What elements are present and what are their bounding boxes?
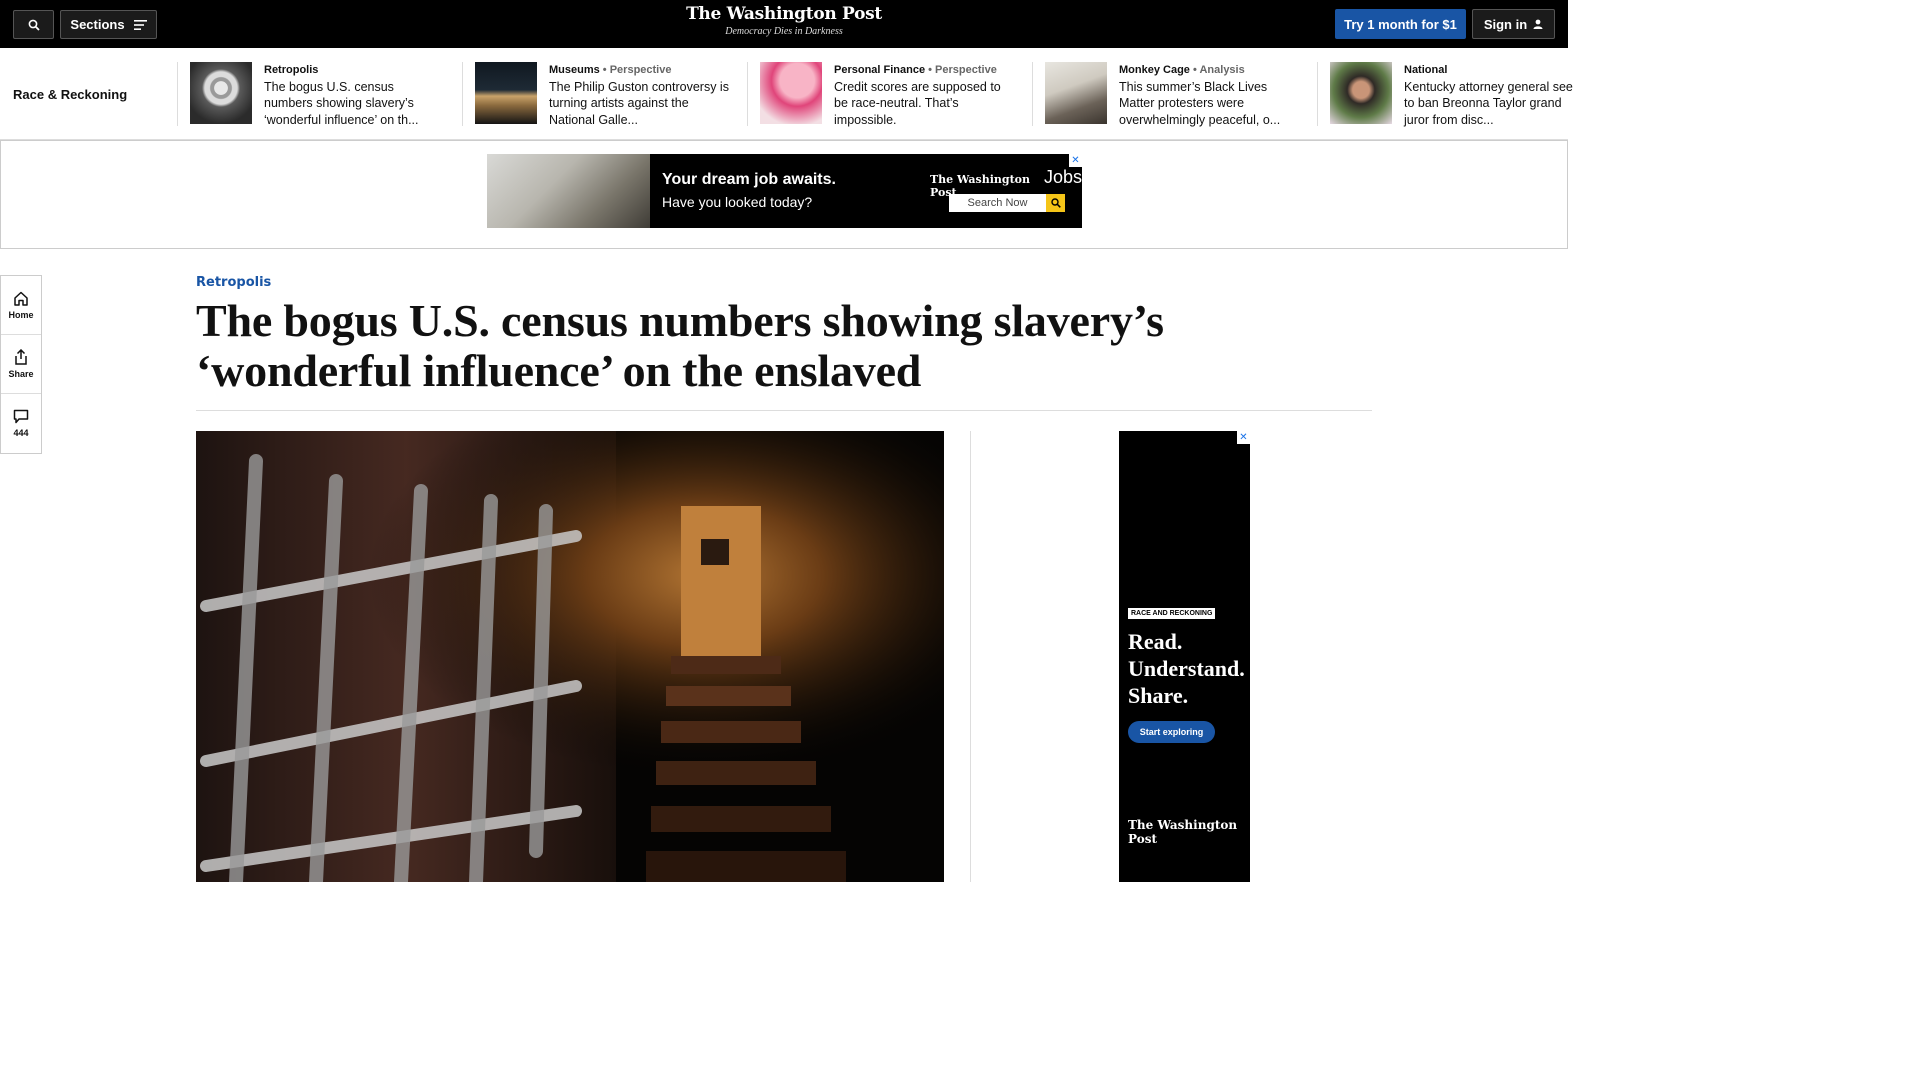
sections-label: Sections (70, 17, 125, 32)
side-ad[interactable]: ✕ RACE AND RECKONING Read. Understand. S… (1119, 431, 1250, 882)
rail-thumbnail[interactable] (760, 62, 822, 124)
side-ad-headline: Read. Understand. Share. (1128, 629, 1245, 708)
ad-search-button[interactable] (1046, 194, 1065, 212)
rail-item-kicker[interactable]: Monkey Cage (1119, 64, 1190, 76)
start-exploring-button[interactable]: Start exploring (1128, 721, 1215, 743)
washington-post-logo[interactable]: The Washington Post (684, 4, 884, 24)
hero-image (196, 431, 944, 882)
ad-subheadline: Have you looked today? (662, 194, 813, 210)
rail-item[interactable]: National Kentucky attorney general see t… (1317, 62, 1586, 128)
side-ad-logo: The Washington Post (1128, 818, 1238, 846)
sign-in-button[interactable]: Sign in (1472, 9, 1555, 39)
ad-brand-jobs: Jobs (1043, 167, 1082, 187)
rail-item-tag: • Analysis (1189, 64, 1245, 76)
rail-item-headline[interactable]: The Philip Guston controversy is turning… (549, 79, 731, 128)
divider (196, 410, 1372, 411)
rail-item-kicker[interactable]: Personal Finance (834, 64, 925, 76)
search-button[interactable] (13, 10, 54, 39)
side-ad-badge: RACE AND RECKONING (1128, 608, 1216, 619)
rail-title[interactable]: Race & Reckoning (13, 87, 127, 102)
share-label: Share (8, 369, 34, 379)
article-headline: The bogus U.S. census numbers showing sl… (196, 295, 1164, 396)
home-label: Home (8, 309, 34, 320)
rail-item-kicker[interactable]: Retropolis (264, 64, 318, 76)
rail-item-headline[interactable]: Credit scores are supposed to be race-ne… (834, 79, 1016, 128)
home-button[interactable]: Home (1, 276, 41, 335)
ad-close-icon[interactable]: ✕ (1069, 154, 1082, 167)
comments-count: 444 (13, 428, 29, 438)
rail-thumbnail[interactable] (1045, 62, 1107, 124)
comment-icon (13, 409, 29, 424)
hero-photo (196, 431, 944, 882)
search-icon (1050, 198, 1061, 208)
divider (462, 62, 463, 126)
share-icon (15, 349, 27, 365)
menu-icon (133, 19, 147, 30)
rail-item-headline[interactable]: This summer’s Black Lives Matter protest… (1119, 79, 1301, 128)
search-icon (28, 19, 40, 31)
user-icon (1533, 19, 1543, 29)
ad-container: Your dream job awaits. Have you looked t… (0, 140, 1568, 249)
rail-thumbnail[interactable] (1330, 62, 1392, 124)
rail-item-headline[interactable]: Kentucky attorney general see to ban Bre… (1404, 79, 1586, 128)
rail-item[interactable]: Monkey Cage • Analysis This summer’s Bla… (1032, 62, 1301, 128)
rail-thumbnail[interactable] (190, 62, 252, 124)
divider (177, 62, 178, 126)
race-reckoning-rail: Race & Reckoning Retropolis The bogus U.… (0, 48, 1573, 140)
comments-button[interactable]: 444 (1, 394, 41, 453)
home-icon (14, 291, 28, 306)
rail-item[interactable]: Museums • Perspective The Philip Guston … (462, 62, 731, 128)
rail-item[interactable]: Personal Finance • Perspective Credit sc… (747, 62, 1016, 128)
divider (1317, 62, 1318, 126)
article-kicker[interactable]: Retropolis (196, 275, 271, 290)
sign-in-label: Sign in (1483, 16, 1528, 32)
ad-photo (487, 154, 650, 228)
top-navigation-bar: Sections The Washington Post Democracy D… (0, 0, 1568, 48)
ad-close-icon[interactable]: ✕ (1237, 431, 1250, 444)
rail-item-kicker[interactable]: National (1404, 64, 1447, 76)
divider (747, 62, 748, 126)
subscribe-button[interactable]: Try 1 month for $1 (1335, 9, 1466, 39)
ad-headline: Your dream job awaits. (662, 171, 836, 188)
rail-item-tag: • Perspective (599, 64, 672, 76)
divider (1032, 62, 1033, 126)
rail-thumbnail[interactable] (475, 62, 537, 124)
article-toolbar: Home Share 444 (0, 275, 42, 454)
share-button[interactable]: Share (1, 335, 41, 394)
masthead[interactable]: The Washington Post Democracy Dies in Da… (684, 4, 884, 37)
tagline: Democracy Dies in Darkness (725, 26, 843, 37)
rail-item-kicker[interactable]: Museums (549, 64, 600, 76)
ad-search-field[interactable]: Search Now (949, 194, 1046, 212)
divider (970, 431, 971, 882)
rail-item-headline[interactable]: The bogus U.S. census numbers showing sl… (264, 79, 446, 128)
rail-item[interactable]: Retropolis The bogus U.S. census numbers… (177, 62, 446, 128)
rail-item-tag: • Perspective (925, 64, 997, 76)
jobs-banner-ad[interactable]: Your dream job awaits. Have you looked t… (487, 154, 1082, 228)
sections-button[interactable]: Sections (60, 10, 157, 39)
